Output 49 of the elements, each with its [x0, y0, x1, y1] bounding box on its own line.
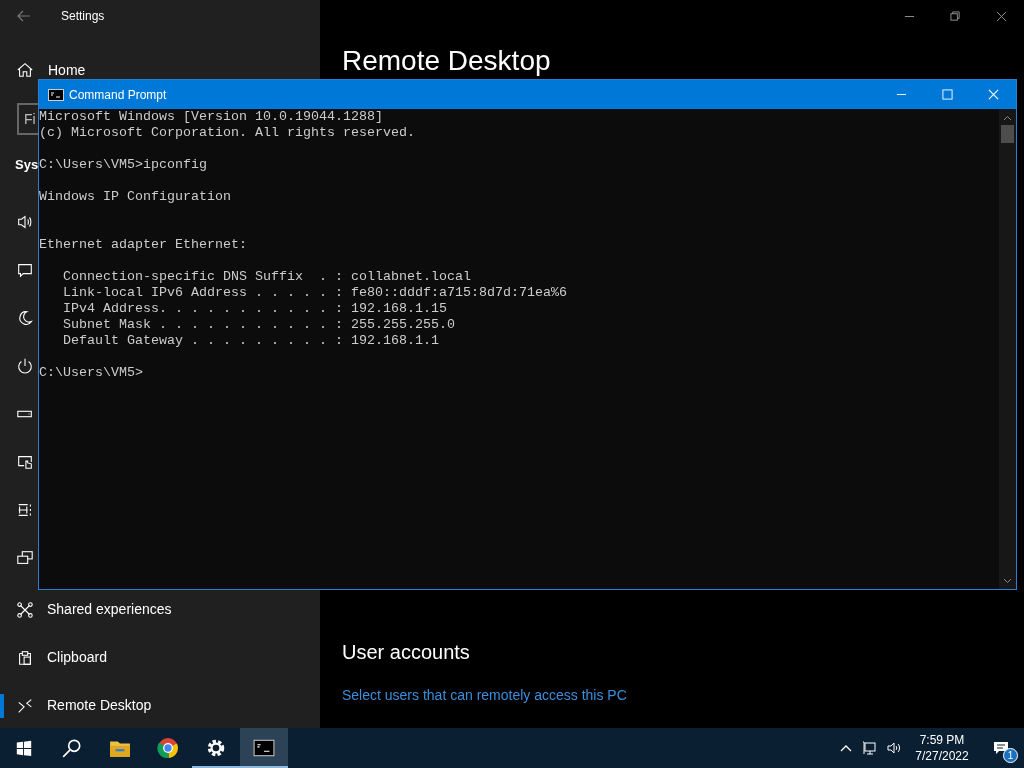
- users-link[interactable]: Select users that can remotely access this PC: [342, 685, 627, 706]
- window-title: Command Prompt: [69, 86, 167, 104]
- restore-icon: [949, 10, 961, 22]
- console-line: Default Gateway . . . . . . . . . : 192.168.1.1: [62, 333, 439, 349]
- console-line: C:\Users\VM5>: [39, 365, 143, 381]
- two-screens-icon: [16, 548, 34, 567]
- moon-icon: [16, 308, 34, 327]
- scrollbar-thumb[interactable]: [1001, 125, 1014, 143]
- notifications-button[interactable]: 1: [978, 728, 1024, 768]
- console-line: Microsoft Windows [Version 10.0.19044.1288]: [39, 109, 383, 125]
- section-heading: Sys: [15, 156, 39, 174]
- windows-logo-icon: [15, 739, 33, 757]
- clock-button[interactable]: 7:59 PM 7/27/2022: [906, 728, 978, 768]
- scrollbar[interactable]: [999, 109, 1016, 589]
- sidebar-item[interactable]: Remote Desktop: [0, 685, 320, 726]
- monitor-icon: [863, 741, 877, 755]
- console-line: Windows IP Configuration: [39, 189, 231, 205]
- console-line: C:\Users\VM5>ipconfig: [39, 157, 207, 173]
- section-heading: User accounts: [342, 640, 470, 665]
- back-arrow-icon: [17, 10, 31, 22]
- round-logo-icon: [157, 737, 179, 759]
- console-line: IPv4 Address. . . . . . . . . . . : 192.168.1.15: [62, 301, 447, 317]
- close-icon: [995, 10, 1007, 22]
- console-line: Connection-specific DNS Suffix . : collabnet.local: [62, 269, 471, 285]
- console-line: Subnet Mask . . . . . . . . . . . : 255.255.255.0: [62, 317, 455, 333]
- speaker-icon: [887, 741, 901, 755]
- count-badge: 1: [1003, 748, 1018, 763]
- home-icon: [16, 61, 34, 79]
- console-app-icon: [48, 88, 64, 101]
- page-title: Remote Desktop: [342, 45, 551, 77]
- maximize-icon: [941, 89, 953, 100]
- sidebar-item[interactable]: Clipboard: [0, 637, 320, 678]
- home-item[interactable]: Home: [0, 53, 86, 79]
- message-icon: [993, 740, 1009, 756]
- search-icon: [61, 737, 83, 759]
- sidebar-item[interactable]: Shared experiences: [0, 589, 320, 630]
- power-icon: [16, 356, 34, 375]
- console-line: Ethernet adapter Ethernet:: [39, 237, 247, 253]
- speaker-icon: [16, 212, 34, 231]
- taskbar-button[interactable]: [240, 728, 288, 768]
- console-app-icon: [253, 737, 275, 759]
- console-line: (c) Microsoft Corporation. All rights reserved.: [39, 125, 415, 141]
- chevrons-icon: [16, 696, 34, 715]
- console-line: Link-local IPv6 Address . . . . . : fe80::dddf:a715:8d7d:71ea%6: [62, 285, 567, 301]
- nodes-icon: [16, 600, 34, 619]
- close-icon: [987, 89, 999, 100]
- gear-icon: [205, 737, 227, 759]
- clipboard-icon: [16, 648, 34, 667]
- window-title: Settings: [61, 8, 105, 25]
